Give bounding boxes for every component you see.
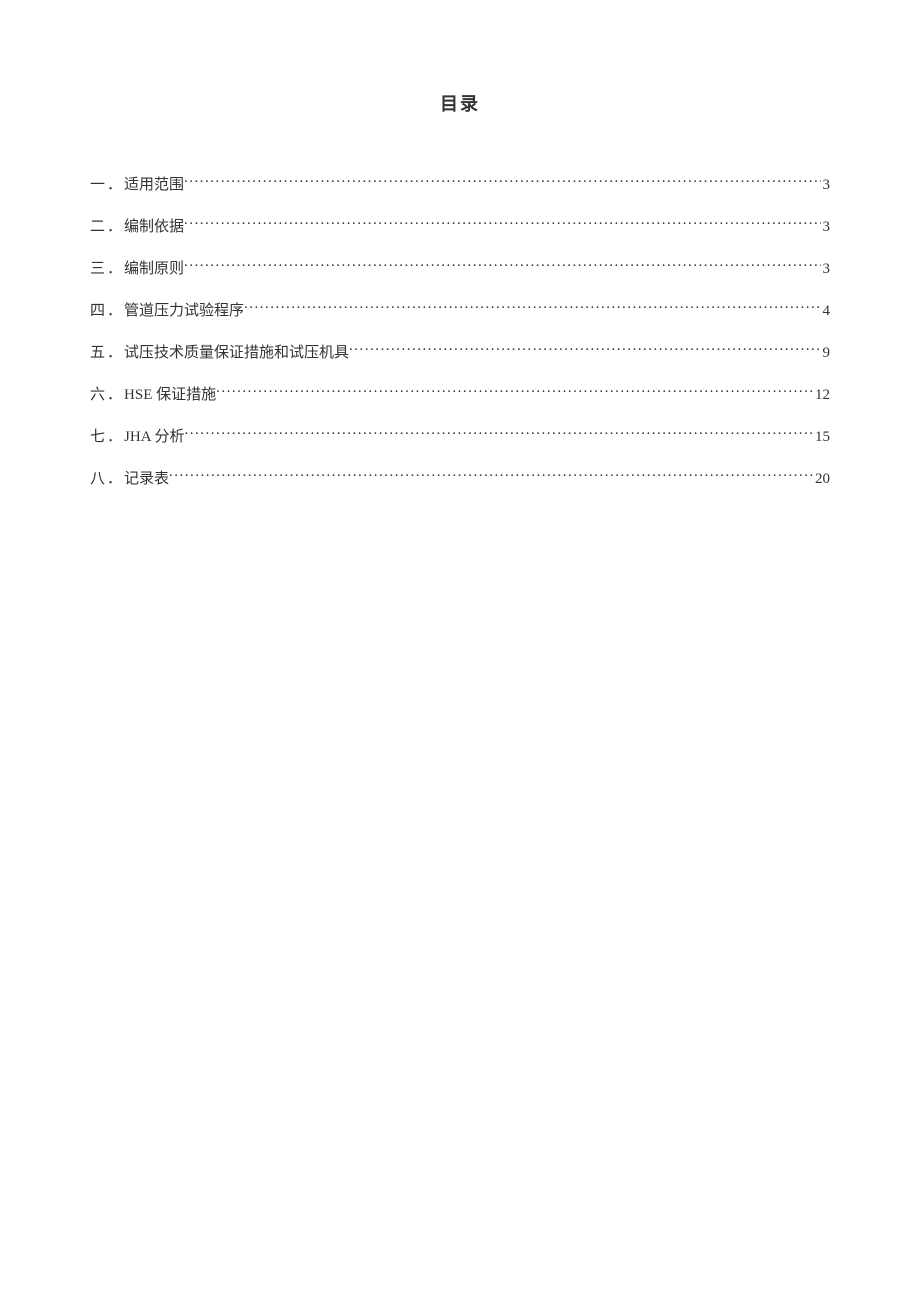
toc-entry-separator: ． (105, 343, 124, 364)
toc-entry-title: 适用范围 (124, 175, 184, 196)
toc-entry-page: 15 (813, 427, 830, 448)
toc-entry-title: HSE 保证措施 (124, 385, 216, 406)
toc-entry-dots (169, 468, 813, 483)
toc-entry-title: 编制原则 (124, 259, 184, 280)
toc-entry-separator: ． (105, 469, 124, 490)
toc-entry[interactable]: 二 ． 编制依据 3 (90, 216, 830, 238)
toc-entry-page: 12 (813, 385, 830, 406)
toc-entry[interactable]: 七 ． JHA 分析 15 (90, 426, 830, 448)
table-of-contents: 一 ． 适用范围 3 二 ． 编制依据 3 三 ． 编制原则 3 四 ． 管道压… (90, 174, 830, 490)
toc-entry-dots (184, 174, 820, 189)
toc-entry-number: 二 (90, 217, 105, 238)
toc-entry-number: 六 (90, 385, 105, 406)
toc-entry-dots (184, 216, 820, 231)
toc-entry-page: 4 (821, 301, 831, 322)
toc-entry-number: 五 (90, 343, 105, 364)
document-page: 目录 一 ． 适用范围 3 二 ． 编制依据 3 三 ． 编制原则 3 四 ． … (0, 0, 920, 490)
toc-entry-number: 三 (90, 259, 105, 280)
toc-entry-title: 记录表 (124, 469, 169, 490)
toc-entry[interactable]: 六 ． HSE 保证措施 12 (90, 384, 830, 406)
toc-entry-page: 20 (813, 469, 830, 490)
toc-entry-dots (216, 384, 813, 399)
toc-entry-page: 9 (821, 343, 831, 364)
toc-entry-dots (244, 300, 820, 315)
toc-entry[interactable]: 五 ． 试压技术质量保证措施和试压机具 9 (90, 342, 830, 364)
toc-entry-dots (349, 342, 820, 357)
toc-entry[interactable]: 一 ． 适用范围 3 (90, 174, 830, 196)
toc-heading: 目录 (90, 90, 830, 116)
toc-entry-page: 3 (821, 217, 831, 238)
toc-entry[interactable]: 三 ． 编制原则 3 (90, 258, 830, 280)
toc-entry-dots (184, 258, 820, 273)
toc-entry-number: 四 (90, 301, 105, 322)
toc-entry-separator: ． (105, 175, 124, 196)
toc-entry-page: 3 (821, 175, 831, 196)
toc-entry-title: 试压技术质量保证措施和试压机具 (124, 343, 349, 364)
toc-entry-page: 3 (821, 259, 831, 280)
toc-entry[interactable]: 四 ． 管道压力试验程序 4 (90, 300, 830, 322)
toc-entry-title: 编制依据 (124, 217, 184, 238)
toc-entry-dots (184, 426, 813, 441)
toc-entry[interactable]: 八 ． 记录表 20 (90, 468, 830, 490)
toc-entry-separator: ． (105, 259, 124, 280)
toc-entry-separator: ． (105, 301, 124, 322)
toc-entry-separator: ． (105, 427, 124, 448)
toc-entry-separator: ． (105, 385, 124, 406)
toc-entry-number: 七 (90, 427, 105, 448)
toc-entry-title: JHA 分析 (124, 427, 184, 448)
toc-entry-separator: ． (105, 217, 124, 238)
toc-entry-title: 管道压力试验程序 (124, 301, 244, 322)
toc-entry-number: 八 (90, 469, 105, 490)
toc-entry-number: 一 (90, 175, 105, 196)
